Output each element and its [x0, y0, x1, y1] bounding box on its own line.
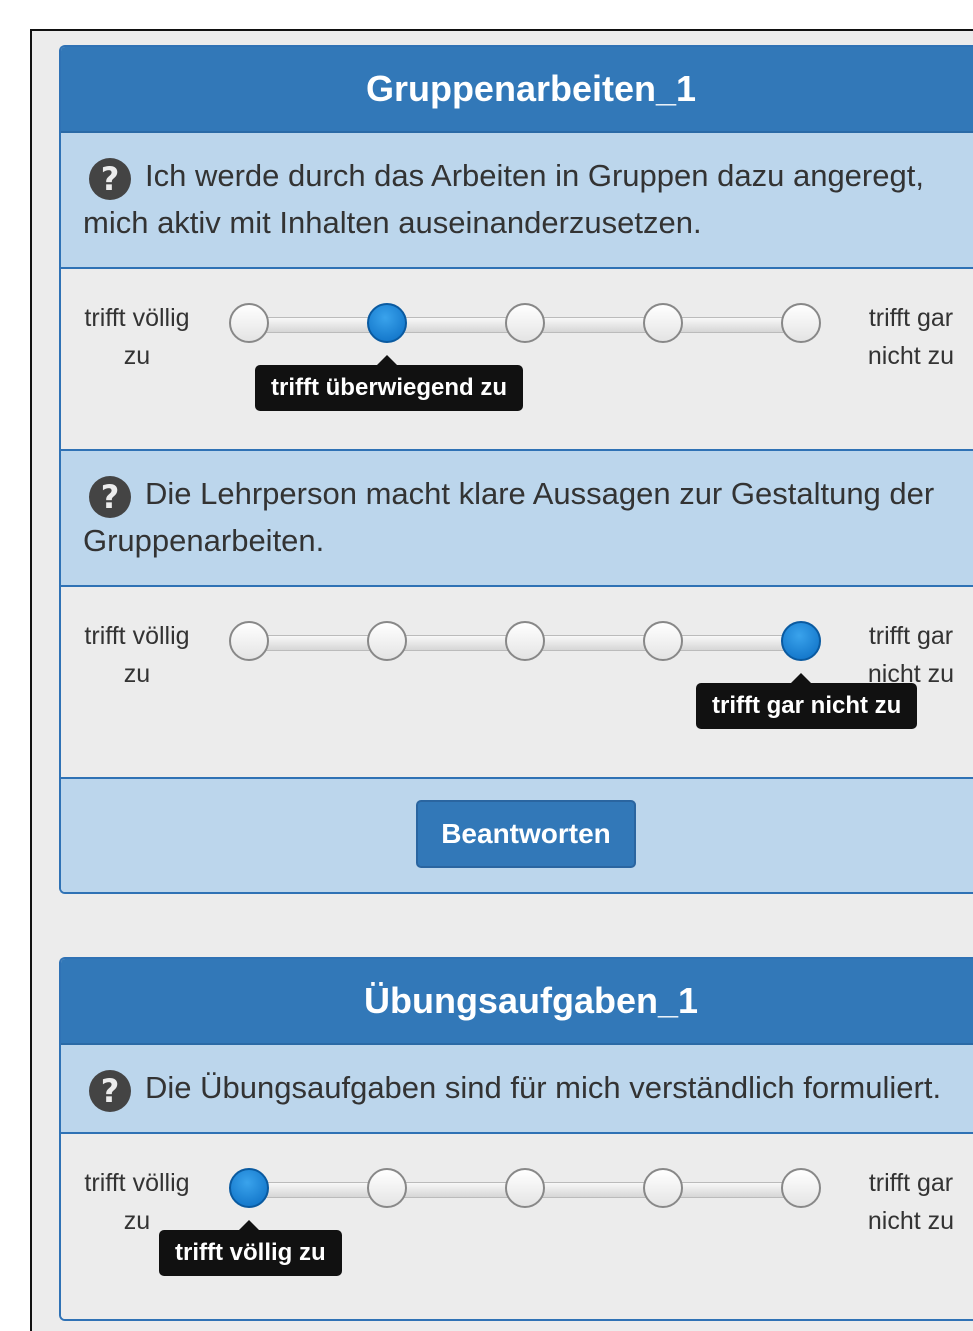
- selection-tooltip: trifft überwiegend zu: [255, 355, 523, 411]
- scale-right-label: trifft gar nicht zu: [867, 304, 955, 370]
- scale-option-4[interactable]: [643, 303, 683, 343]
- question-text: Die Übungsaufgaben sind für mich verstän…: [145, 1070, 942, 1105]
- question-text: Ich werde durch das Arbeiten in Gruppen …: [83, 158, 924, 240]
- scale-option-2[interactable]: [367, 1168, 407, 1208]
- scale-option-4[interactable]: [643, 621, 683, 661]
- submit-row: Beantworten: [61, 779, 973, 892]
- panel-uebungsaufgaben: Übungsaufgaben_1 ? Die Übungsaufgaben sin…: [59, 957, 973, 1321]
- panel-gruppenarbeiten: Gruppenarbeiten_1 ? Ich werde durch das A…: [59, 45, 973, 894]
- scale-right-label: trifft gar nicht zu: [867, 622, 955, 688]
- selection-tooltip: trifft völlig zu: [159, 1220, 342, 1276]
- scale-left-label: trifft völlig zu: [84, 1169, 190, 1235]
- help-icon[interactable]: ?: [89, 1070, 131, 1112]
- scale-option-1[interactable]: [229, 621, 269, 661]
- question-1: ? Ich werde durch das Arbeiten in Gruppen…: [61, 133, 973, 269]
- rating-scale-1: trifft völlig zu trifft gar nicht zu tri…: [61, 269, 973, 451]
- scale-option-3[interactable]: [505, 1168, 545, 1208]
- scale-option-4[interactable]: [643, 1168, 683, 1208]
- scale-left-label: trifft völlig zu: [84, 304, 190, 370]
- scale-option-3[interactable]: [505, 621, 545, 661]
- scale-option-5-selected[interactable]: [781, 621, 821, 661]
- scale-option-2-selected[interactable]: [367, 303, 407, 343]
- scale-option-1[interactable]: [229, 303, 269, 343]
- help-icon[interactable]: ?: [89, 476, 131, 518]
- scale-option-2[interactable]: [367, 621, 407, 661]
- panel-title: Gruppenarbeiten_1: [61, 47, 973, 133]
- rating-scale-3: trifft völlig zu trifft gar nicht zu tri…: [61, 1134, 973, 1319]
- help-icon[interactable]: ?: [89, 158, 131, 200]
- answer-button[interactable]: Beantworten: [416, 800, 636, 868]
- scale-option-5[interactable]: [781, 1168, 821, 1208]
- question-text: Die Lehrperson macht klare Aussagen zur …: [83, 476, 935, 558]
- scale-option-5[interactable]: [781, 303, 821, 343]
- selection-tooltip: trifft gar nicht zu: [696, 673, 918, 729]
- rating-scale-2: trifft völlig zu trifft gar nicht zu tri…: [61, 587, 973, 779]
- scale-option-1-selected[interactable]: [229, 1168, 269, 1208]
- scale-left-label: trifft völlig zu: [84, 622, 190, 688]
- question-2: ? Die Lehrperson macht klare Aussagen zur…: [61, 451, 973, 587]
- scale-option-3[interactable]: [505, 303, 545, 343]
- panel-title: Übungsaufgaben_1: [61, 959, 973, 1045]
- question-1: ? Die Übungsaufgaben sind für mich verstä…: [61, 1045, 973, 1134]
- scale-right-label: trifft gar nicht zu: [867, 1169, 955, 1235]
